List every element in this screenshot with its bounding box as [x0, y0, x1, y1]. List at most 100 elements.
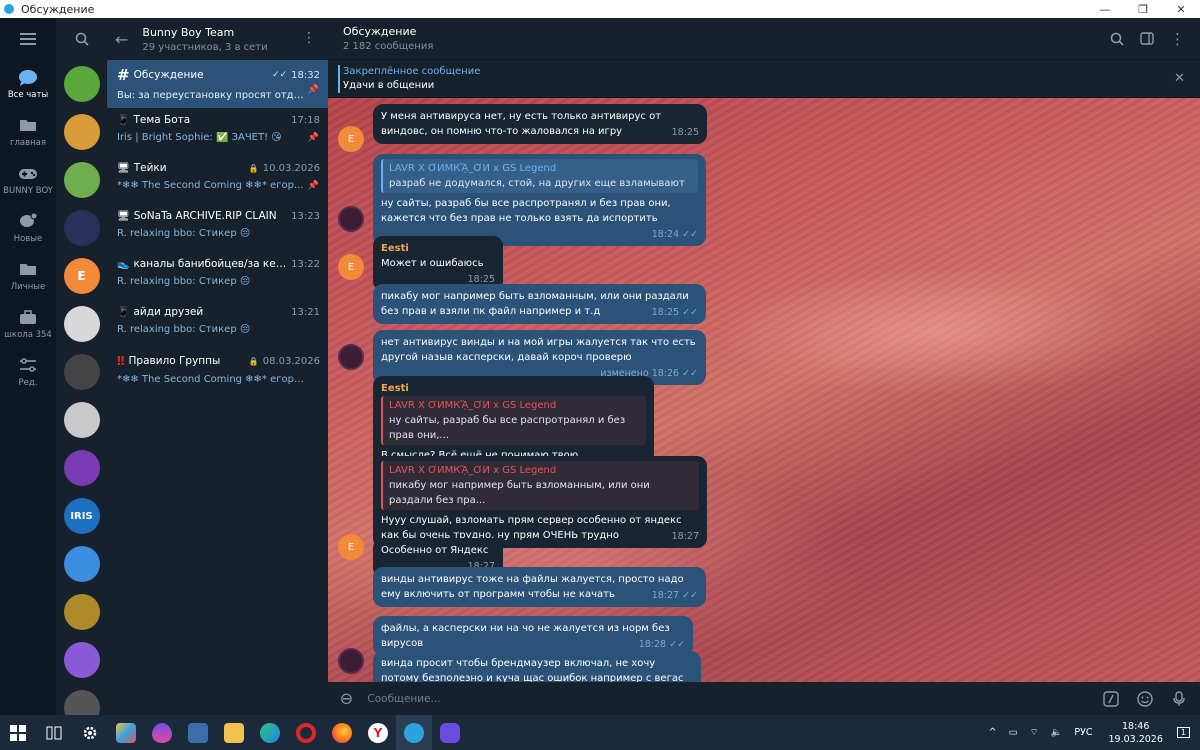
avatar-slot[interactable] [56, 540, 107, 588]
chat-list-item[interactable]: # Обсуждение ✓✓ 18:32 Вы: за переустановку п… [107, 60, 328, 108]
network-icon[interactable]: ⌔ [1030, 727, 1039, 738]
more-vertical-icon[interactable]: ⋮ [302, 30, 316, 46]
chat-list-item[interactable]: ‼ Правило Группы 🔒 08.03.2026 *❄❄ The Second… [107, 348, 328, 396]
avatar-slot[interactable] [56, 396, 107, 444]
avatar-slot[interactable]: E [56, 252, 107, 300]
sender-avatar-user[interactable] [338, 344, 364, 370]
avatar-slot[interactable] [56, 300, 107, 348]
bot-commands-icon[interactable] [1102, 690, 1120, 708]
menu-button[interactable] [0, 18, 56, 60]
pinned-text: Удачи в общении [343, 80, 435, 91]
message-bubble[interactable]: винда просит чтобы брендмаузер включал, … [373, 651, 701, 682]
back-arrow-icon[interactable]: ← [115, 30, 128, 49]
microphone-icon[interactable] [1170, 690, 1188, 708]
calculator-app-icon[interactable] [180, 715, 216, 750]
chat-time: 13:23 [291, 210, 320, 222]
folder-item-5[interactable]: школа 354 [0, 300, 56, 348]
attach-paperclip-icon[interactable]: ⊘ [335, 687, 358, 710]
reply-quote[interactable]: LAVR X ƠИМКᾍ_ƠИ x GS Legend ну сайты, раз… [381, 396, 646, 445]
settings-gear-icon[interactable] [72, 715, 108, 750]
clock[interactable]: 18:46 19.03.2026 [1109, 720, 1163, 746]
folder-item-2[interactable]: BUNNY BOY [0, 156, 56, 204]
avatar-slot[interactable] [56, 636, 107, 684]
folder-item-1[interactable]: главная [0, 108, 56, 156]
sender-avatar-user[interactable] [338, 206, 364, 232]
yandex-browser-icon[interactable]: Y [360, 715, 396, 750]
notification-center-icon[interactable]: 1 [1176, 727, 1190, 738]
avatar-slot[interactable] [56, 108, 107, 156]
folder-item-0[interactable]: Все чаты [0, 60, 56, 108]
message-bubble[interactable]: LAVR X ƠИМКᾍ_ƠИ x GS Legend пикабу мог на… [373, 456, 707, 548]
volume-icon[interactable]: 🔈 [1051, 727, 1063, 738]
message-text: файлы, а касперски ни на чо не жалуется … [381, 623, 670, 649]
reply-quote[interactable]: LAVR X ƠИМКᾍ_ƠИ x GS Legend пикабу мог на… [381, 461, 699, 510]
message-bubble[interactable]: пикабу мог например быть взломанным, или… [373, 284, 706, 324]
chat-title[interactable]: Обсуждение [343, 25, 433, 38]
avatar-slot[interactable] [56, 684, 107, 715]
search-button[interactable] [56, 18, 107, 60]
folder-item-3[interactable]: Новые [0, 204, 56, 252]
double-check-icon: ✓✓ [682, 307, 698, 318]
chat-list-item[interactable]: 📱 Тема Бота 17:18 Iris | Bright Sophie: ✅ З… [107, 108, 328, 156]
avatar-slot[interactable] [56, 60, 107, 108]
droplet-app-icon[interactable] [144, 715, 180, 750]
chat-list-item[interactable]: 👟каналы банибойцев/за кем после... 13:22 R… [107, 252, 328, 300]
message-time-text: 18:27 [671, 531, 699, 542]
message-bubble[interactable]: файлы, а касперски ни на чо не жалуется … [373, 616, 693, 656]
folder-item-6[interactable]: Ред. [0, 348, 56, 396]
chat-avatar [63, 546, 100, 582]
gamepad-icon [17, 165, 39, 182]
battery-icon[interactable]: ▭ [1009, 727, 1018, 738]
avatar-slot[interactable] [56, 444, 107, 492]
sidebar-toggle-icon[interactable] [1140, 32, 1154, 45]
sender-avatar-eesti[interactable]: E [338, 126, 364, 152]
task-view-icon[interactable] [36, 715, 72, 750]
telegram-taskbar-icon[interactable] [396, 715, 432, 750]
chat-list-item[interactable]: 🖥 SoNaTa ARCHIVE.RIP CLAIN 13:23 R. relaxin… [107, 204, 328, 252]
tray-chevron-up-icon[interactable]: ^ [989, 727, 997, 738]
telegram-window: Обсуждение — ❐ ✕ Все чаты главная BUNNY BO… [0, 0, 1200, 750]
edge-browser-icon[interactable] [252, 715, 288, 750]
message-time: 18:28 ✓✓ [639, 637, 685, 652]
message-bubble[interactable]: LAVR X ƠИМКᾍ_ƠИ x GS Legend разраб не дод… [373, 154, 706, 246]
paint-app-icon[interactable] [108, 715, 144, 750]
chat-list-item[interactable]: 🖥 Тейки 🔒 10.03.2026 *❄❄ The Second Coming ❄… [107, 156, 328, 204]
messenger-app-icon[interactable] [432, 715, 468, 750]
message-area[interactable]: E E E У меня антивируса нет, ну есть только… [328, 98, 1200, 682]
chat-type-icon: 🖥 [117, 210, 130, 222]
file-explorer-icon[interactable] [216, 715, 252, 750]
lock-icon: 🔒 [248, 356, 259, 366]
opera-browser-icon[interactable] [288, 715, 324, 750]
firefox-browser-icon[interactable] [324, 715, 360, 750]
avatar-slot[interactable] [56, 204, 107, 252]
chat-avatar [63, 402, 100, 438]
message-bubble[interactable]: У меня антивируса нет, ну есть только ан… [373, 104, 707, 144]
more-vertical-icon[interactable]: ⋮ [1170, 30, 1185, 48]
keyboard-language[interactable]: РУС [1074, 727, 1092, 738]
message-input[interactable]: Сообщение... [367, 693, 1086, 705]
avatar-slot[interactable] [56, 348, 107, 396]
avatar-slot[interactable]: IRIS [56, 492, 107, 540]
sender-avatar-eesti[interactable]: E [338, 534, 364, 560]
message-text: нет антивирус винды и на мой игры жалует… [381, 337, 696, 363]
avatar-slot[interactable] [56, 156, 107, 204]
sender-avatar-eesti[interactable]: E [338, 254, 364, 280]
reply-quote[interactable]: LAVR X ƠИМКᾍ_ƠИ x GS Legend разраб не дод… [381, 159, 698, 193]
message-bubble[interactable]: Eesti Может и ошибаюсь 18:25 [373, 236, 503, 291]
folder-item-4[interactable]: Личные [0, 252, 56, 300]
message-bubble[interactable]: винды антивирус тоже на файлы жалуется, … [373, 567, 706, 607]
chat-list-item[interactable]: 📱 айди друзей 13:21 R. relaxing bbo: Стикер… [107, 300, 328, 348]
close-button[interactable]: ✕ [1162, 3, 1200, 16]
pinned-message-bar[interactable]: Закреплённое сообщение Удачи в общении ✕ [328, 60, 1200, 98]
minimize-button[interactable]: — [1086, 3, 1124, 16]
message-time: 18:25 ✓✓ [652, 305, 698, 320]
windows-start-icon[interactable] [0, 715, 36, 750]
avatar-slot[interactable] [56, 588, 107, 636]
close-pinned-icon[interactable]: ✕ [1174, 71, 1185, 86]
emoji-icon[interactable] [1136, 690, 1154, 708]
sender-avatar-user[interactable] [338, 648, 364, 674]
title-bar: Обсуждение — ❐ ✕ [0, 0, 1200, 18]
search-icon[interactable] [1110, 32, 1124, 46]
maximize-button[interactable]: ❐ [1124, 3, 1162, 16]
double-check-icon: ✓✓ [682, 229, 698, 240]
